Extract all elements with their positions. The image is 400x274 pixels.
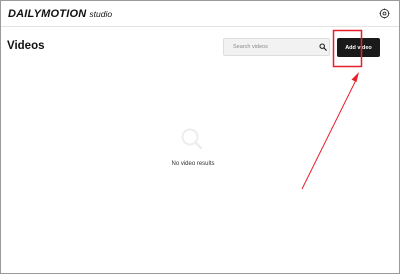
logo-product-text: studio xyxy=(89,9,113,19)
empty-state-message: No video results xyxy=(171,161,215,167)
search-input[interactable] xyxy=(224,39,323,55)
search-icon[interactable] xyxy=(319,43,327,51)
dailymotion-studio-logo[interactable]: DAILYMOTION studio xyxy=(8,8,112,20)
page-title: Videos xyxy=(7,40,45,52)
add-video-button[interactable]: Add video xyxy=(337,38,380,57)
empty-search-icon xyxy=(181,128,203,150)
logo-brand-text: DAILYMOTION xyxy=(8,8,87,20)
top-bar: DAILYMOTION studio xyxy=(1,1,399,27)
settings-icon[interactable] xyxy=(379,8,390,19)
search-box[interactable] xyxy=(223,38,330,56)
